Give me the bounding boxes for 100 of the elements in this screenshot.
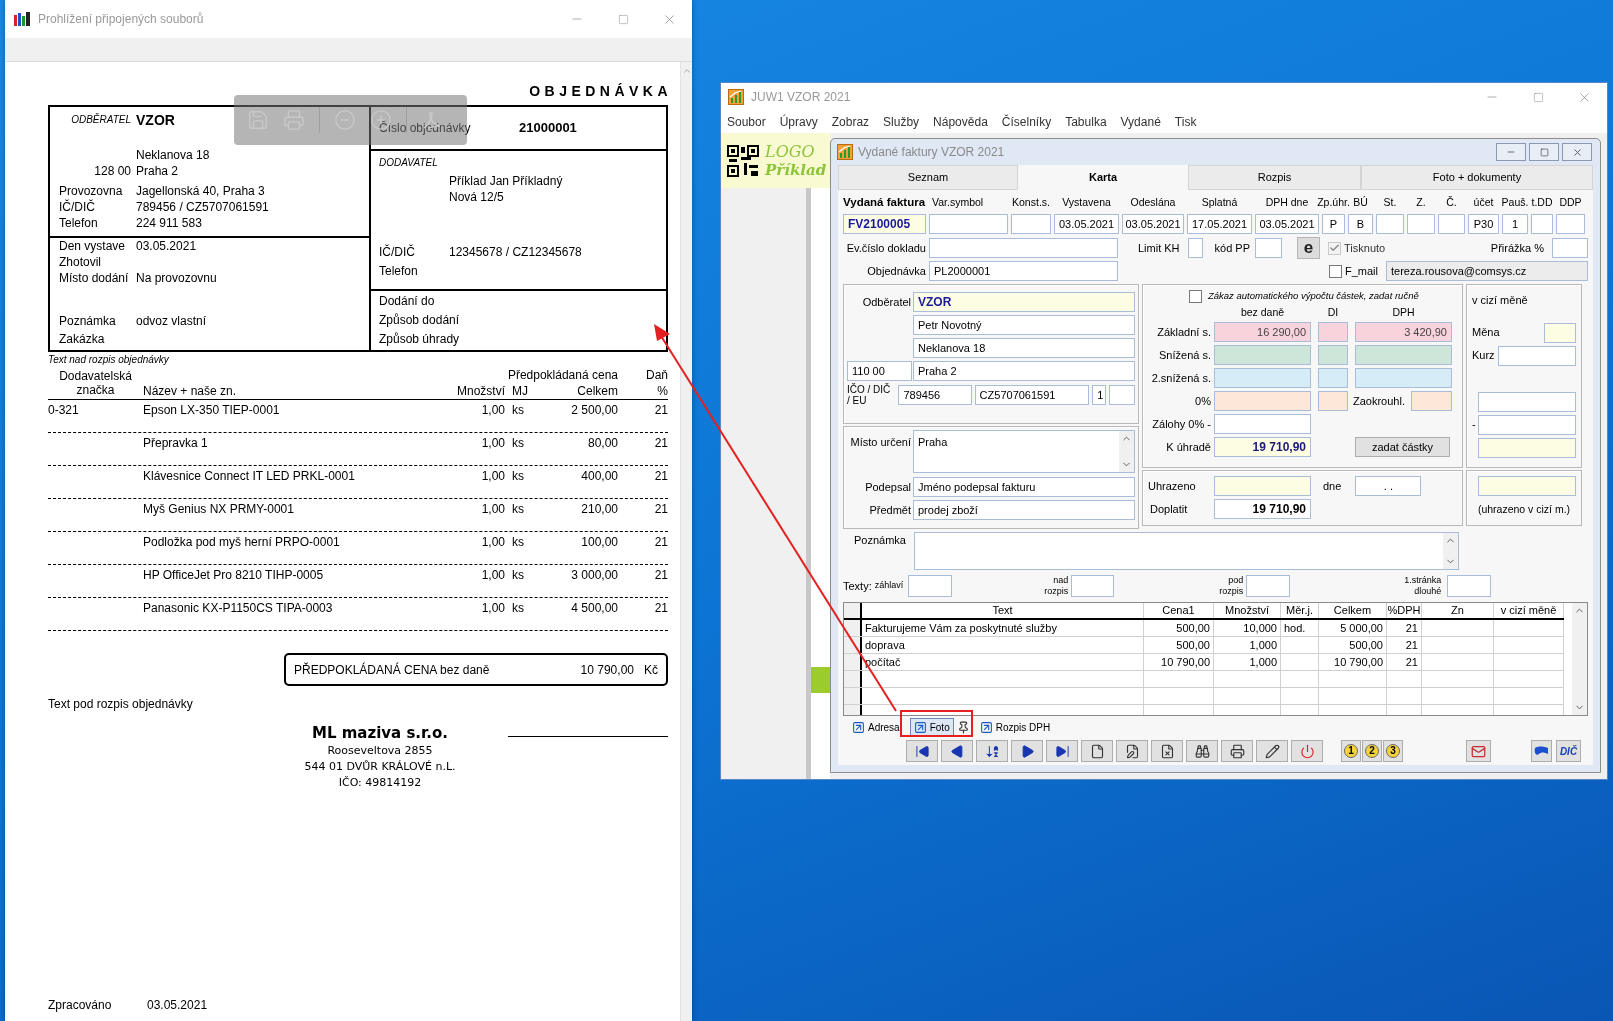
- input-field[interactable]: tereza.rousova@comsys.cz: [1386, 261, 1588, 281]
- print-copy-button[interactable]: 1: [1341, 740, 1361, 762]
- input-field[interactable]: [1544, 322, 1576, 343]
- menu-item[interactable]: Vydané: [1120, 113, 1161, 131]
- input-field[interactable]: [1246, 575, 1291, 597]
- tab[interactable]: Rozpis DPH: [975, 718, 1055, 737]
- input-field[interactable]: [1478, 476, 1576, 496]
- input-field[interactable]: [1478, 437, 1576, 458]
- input-field[interactable]: 03.05.2021: [1054, 214, 1119, 234]
- input-field[interactable]: 17.05.2021: [1187, 214, 1252, 234]
- amount-field[interactable]: [1318, 368, 1348, 388]
- tab[interactable]: Rozpis: [1188, 165, 1361, 190]
- pencil-button[interactable]: [1256, 740, 1288, 762]
- input-field[interactable]: CZ5707061591: [974, 385, 1090, 405]
- checkbox[interactable]: [1329, 264, 1342, 278]
- power-button[interactable]: [1291, 740, 1323, 762]
- input-field[interactable]: Neklanova 18: [913, 338, 1135, 358]
- input-field[interactable]: [1531, 214, 1553, 234]
- checkbox[interactable]: [1189, 289, 1202, 303]
- new-document-button[interactable]: [1081, 740, 1113, 762]
- enter-amounts-button[interactable]: zadat částky: [1355, 437, 1450, 457]
- amount-field[interactable]: [1318, 391, 1348, 411]
- input-field[interactable]: . .: [1355, 476, 1422, 496]
- edit-document-button[interactable]: [1116, 740, 1148, 762]
- input-field[interactable]: Praha 2: [913, 361, 1135, 381]
- input-field[interactable]: Jméno podepsal fakturu: [913, 477, 1135, 497]
- menu-item[interactable]: Služby: [883, 113, 920, 131]
- input-field[interactable]: prodej zboží: [913, 500, 1135, 520]
- print-copy-button[interactable]: 3: [1383, 740, 1403, 762]
- input-field[interactable]: Petr Novotný: [913, 315, 1135, 335]
- amount-field[interactable]: [1214, 368, 1311, 388]
- input-field[interactable]: 1: [1502, 214, 1528, 234]
- menu-item[interactable]: Úpravy: [779, 113, 818, 131]
- text-area[interactable]: [914, 532, 1459, 570]
- first-record-button[interactable]: [906, 740, 938, 762]
- input-field[interactable]: [1556, 214, 1585, 234]
- email-button[interactable]: [1466, 740, 1491, 762]
- post-button[interactable]: [1531, 740, 1552, 762]
- amount-field[interactable]: [1318, 322, 1348, 342]
- previous-record-button[interactable]: [941, 740, 973, 762]
- input-field[interactable]: P: [1322, 214, 1345, 234]
- print-copy-button[interactable]: 2: [1362, 740, 1382, 762]
- tab[interactable]: Foto + dokumenty: [1361, 165, 1593, 190]
- input-field[interactable]: 03.05.2021: [1255, 214, 1319, 234]
- input-field[interactable]: [1498, 345, 1576, 366]
- amount-field[interactable]: [1214, 345, 1311, 365]
- input-field[interactable]: 19 710,90: [1214, 437, 1311, 457]
- tax-id-button[interactable]: DIČ: [1556, 740, 1581, 762]
- input-field[interactable]: 1: [1092, 385, 1107, 405]
- menu-item[interactable]: Zobraz: [831, 113, 870, 131]
- input-field[interactable]: [1214, 414, 1311, 434]
- input-field[interactable]: [929, 214, 1008, 234]
- last-record-button[interactable]: [1046, 740, 1078, 762]
- amount-field[interactable]: [1411, 391, 1452, 411]
- minimize-button[interactable]: [1496, 143, 1526, 161]
- input-field[interactable]: 19 710,90: [1214, 499, 1311, 519]
- menu-item[interactable]: Tabulka: [1065, 113, 1107, 131]
- input-field[interactable]: P30: [1468, 214, 1499, 234]
- input-field[interactable]: [1214, 476, 1311, 496]
- input-field[interactable]: [1438, 214, 1465, 234]
- print-button[interactable]: [1221, 740, 1253, 762]
- menu-item[interactable]: Číselníky: [1001, 113, 1052, 131]
- menu-item[interactable]: Soubor: [727, 113, 766, 131]
- menu-item[interactable]: Tisk: [1174, 113, 1197, 131]
- input-field[interactable]: [1407, 214, 1435, 234]
- amount-field[interactable]: [1355, 345, 1452, 365]
- amount-field[interactable]: [1214, 391, 1311, 411]
- input-field[interactable]: [1109, 385, 1135, 405]
- tab[interactable]: Seznam: [838, 165, 1018, 190]
- input-field[interactable]: [1255, 238, 1283, 258]
- input-field[interactable]: VZOR: [913, 292, 1135, 312]
- input-field[interactable]: PL2000001: [929, 261, 1118, 281]
- amount-field[interactable]: [1318, 345, 1348, 365]
- input-field[interactable]: [1478, 391, 1576, 412]
- input-field[interactable]: [929, 238, 1118, 258]
- input-field[interactable]: [1187, 238, 1203, 258]
- menu-item[interactable]: Nápověda: [933, 113, 988, 131]
- input-field[interactable]: [1552, 238, 1588, 258]
- input-field[interactable]: [908, 575, 953, 597]
- input-field[interactable]: [1376, 214, 1404, 234]
- binoculars-button[interactable]: [1186, 740, 1218, 762]
- web-button[interactable]: e: [1297, 237, 1321, 259]
- input-field[interactable]: B: [1348, 214, 1373, 234]
- delete-document-button[interactable]: [1151, 740, 1183, 762]
- input-field[interactable]: 110 00: [847, 361, 912, 381]
- input-field[interactable]: [1071, 575, 1115, 597]
- amount-field[interactable]: [1355, 368, 1452, 388]
- input-field[interactable]: [1478, 414, 1576, 435]
- amount-field[interactable]: 16 290,00: [1214, 322, 1311, 342]
- input-field[interactable]: [1447, 575, 1492, 597]
- tab[interactable]: Adresa: [848, 718, 904, 737]
- input-field[interactable]: 789456: [898, 385, 972, 405]
- input-field[interactable]: FV2100005: [843, 214, 926, 234]
- close-button[interactable]: [1562, 143, 1592, 161]
- input-field[interactable]: [1011, 214, 1051, 234]
- amount-field[interactable]: 3 420,90: [1355, 322, 1452, 342]
- restore-button[interactable]: [1529, 143, 1559, 161]
- input-field[interactable]: 03.05.2021: [1122, 214, 1184, 234]
- next-record-button[interactable]: [1011, 740, 1043, 762]
- text-area[interactable]: Praha: [913, 430, 1135, 473]
